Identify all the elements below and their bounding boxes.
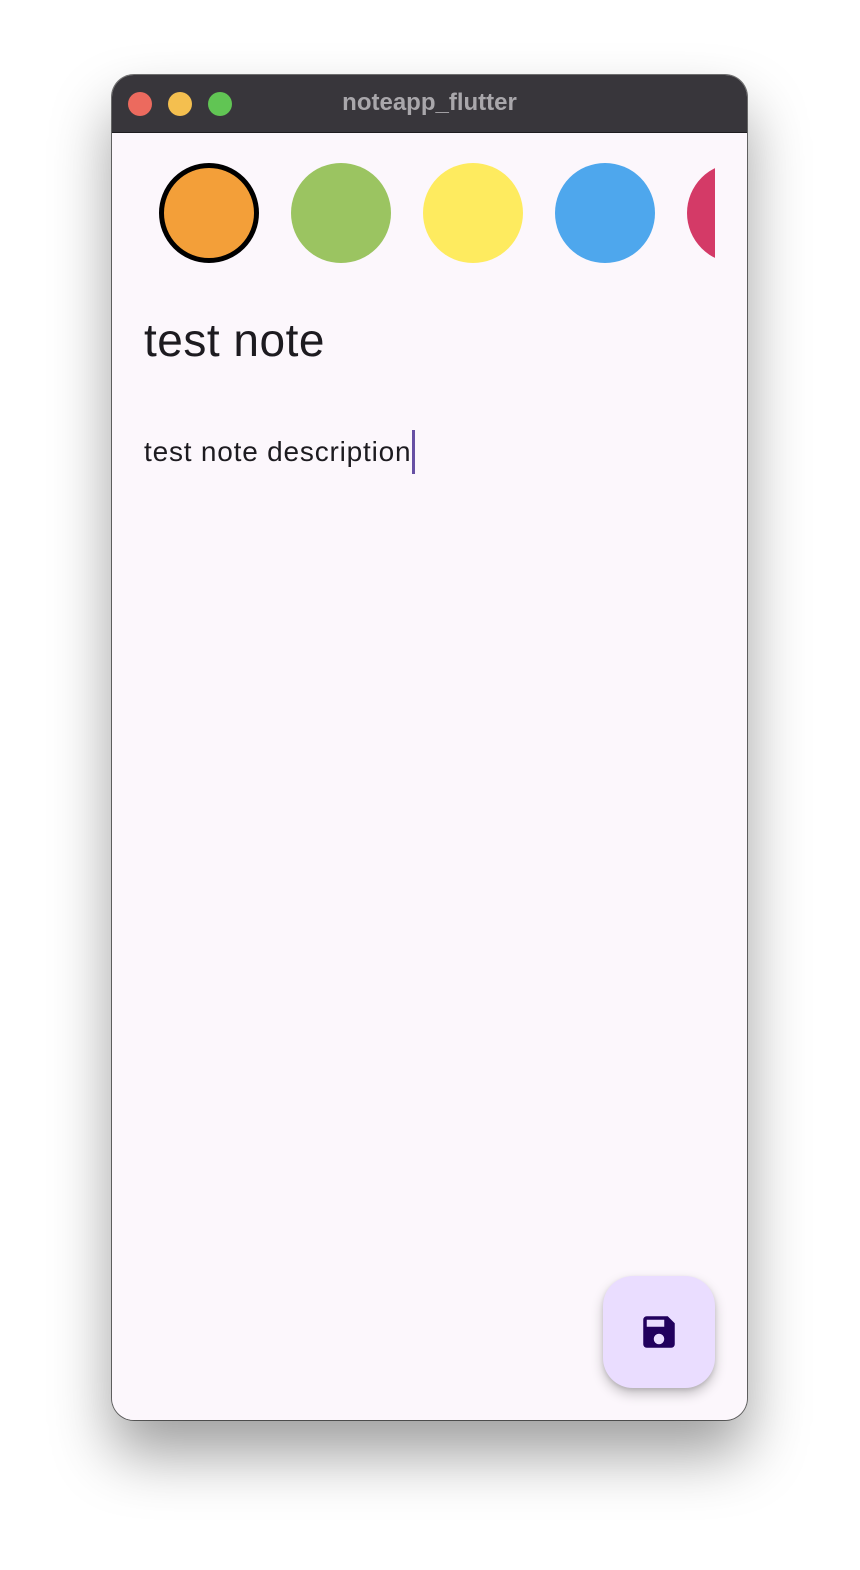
color-picker[interactable] xyxy=(112,163,715,267)
title-bar[interactable]: noteapp_flutter xyxy=(112,75,747,133)
color-swatch-pink[interactable] xyxy=(687,163,715,263)
color-swatch-blue[interactable] xyxy=(555,163,655,263)
color-swatch-orange[interactable] xyxy=(159,163,259,263)
save-icon xyxy=(643,1316,675,1348)
note-description-text: test note description xyxy=(144,436,412,467)
save-note-button[interactable] xyxy=(603,1276,715,1388)
color-swatch-green[interactable] xyxy=(291,163,391,263)
color-swatch-yellow[interactable] xyxy=(423,163,523,263)
note-title-field[interactable]: test note xyxy=(144,313,325,367)
note-editor: test note test note description xyxy=(112,133,747,1420)
note-description-field[interactable]: test note description xyxy=(144,428,416,476)
window-title: noteapp_flutter xyxy=(342,89,517,116)
app-window: noteapp_flutter test note test note desc… xyxy=(112,75,747,1420)
text-caret xyxy=(412,430,416,474)
